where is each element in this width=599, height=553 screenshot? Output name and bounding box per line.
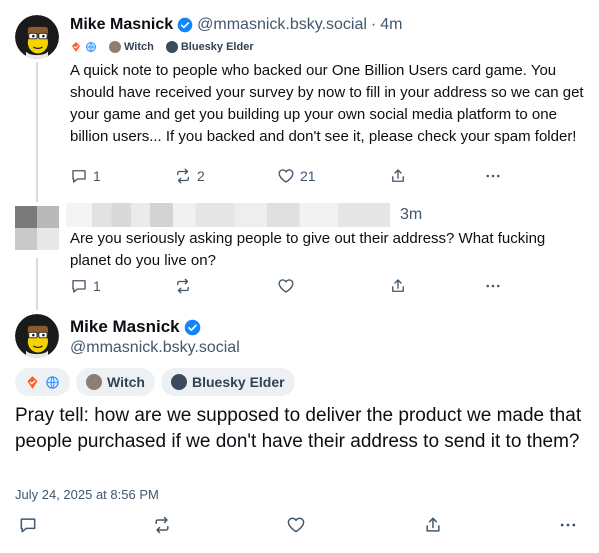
- reply-count: 1: [93, 168, 101, 184]
- avatar-redacted[interactable]: [15, 206, 59, 250]
- repost-icon: [174, 167, 192, 185]
- more-button[interactable]: [484, 277, 502, 295]
- like-button[interactable]: [277, 277, 295, 295]
- post-header: Mike Masnick @mmasnick.bsky.social · 4m: [70, 14, 402, 36]
- author-name[interactable]: Mike Masnick: [70, 317, 180, 337]
- badge-label: Witch: [107, 374, 145, 390]
- share-icon: [389, 277, 407, 295]
- thread-connector: [36, 62, 38, 202]
- more-icon: [558, 515, 578, 535]
- avatar[interactable]: [15, 314, 59, 358]
- post-actions: 1: [70, 276, 510, 296]
- author-handle[interactable]: @mmasnick.bsky.social: [197, 16, 367, 34]
- repost-icon: [152, 515, 172, 535]
- reply-button[interactable]: 1: [70, 167, 101, 185]
- heart-icon: [277, 167, 295, 185]
- share-icon: [423, 515, 443, 535]
- more-button[interactable]: [558, 515, 578, 535]
- repost-button[interactable]: [174, 277, 192, 295]
- badge-bluesky-elder[interactable]: Bluesky Elder: [160, 368, 295, 396]
- post-time[interactable]: 4m: [380, 16, 402, 34]
- thread-connector: [36, 258, 38, 310]
- badge-avatar: [109, 41, 121, 53]
- heart-icon: [277, 277, 295, 295]
- post-text: A quick note to people who backed our On…: [70, 62, 584, 145]
- post-actions: [18, 514, 583, 536]
- share-icon: [389, 167, 407, 185]
- repost-count: 2: [197, 168, 205, 184]
- more-icon: [484, 167, 502, 185]
- reply-icon: [70, 167, 88, 185]
- repost-button[interactable]: 2: [174, 167, 205, 185]
- author-handle[interactable]: @mmasnick.bsky.social: [70, 339, 240, 357]
- like-button[interactable]: 21: [277, 167, 316, 185]
- post-text: Are you seriously asking people to give …: [70, 230, 546, 269]
- verified-check-icon: [184, 319, 201, 336]
- share-button[interactable]: [423, 515, 443, 535]
- like-button[interactable]: [286, 515, 306, 535]
- badges: Witch Bluesky Elder: [15, 368, 295, 396]
- post-header: Mike Masnick: [70, 316, 201, 338]
- badges: Witch Bluesky Elder: [70, 40, 254, 54]
- badge-bluesky-elder[interactable]: Bluesky Elder: [165, 41, 254, 53]
- verified-check-icon: [177, 17, 193, 33]
- reply-button[interactable]: [18, 515, 38, 535]
- badge-label: Witch: [124, 41, 154, 53]
- post-time[interactable]: 3m: [400, 206, 422, 224]
- verifier-badge-icon[interactable]: [70, 41, 97, 53]
- separator: ·: [370, 16, 377, 33]
- more-icon: [484, 277, 502, 295]
- badge-avatar: [165, 41, 178, 53]
- post-text: Pray tell: how are we supposed to delive…: [15, 405, 582, 452]
- badge-witch[interactable]: Witch: [76, 368, 155, 396]
- verifier-badge-icon[interactable]: [15, 368, 70, 396]
- reply-icon: [18, 515, 38, 535]
- badge-avatar: [86, 374, 102, 390]
- reply-icon: [70, 277, 88, 295]
- avatar[interactable]: [15, 15, 59, 59]
- badge-label: Bluesky Elder: [191, 374, 285, 390]
- reply-button[interactable]: 1: [70, 277, 101, 295]
- repost-button[interactable]: [152, 515, 172, 535]
- post-actions: 1 2 21: [70, 166, 510, 186]
- badge-label: Bluesky Elder: [180, 41, 254, 53]
- share-button[interactable]: [389, 167, 407, 185]
- share-button[interactable]: [389, 277, 407, 295]
- heart-icon: [286, 515, 306, 535]
- badge-witch[interactable]: Witch: [109, 41, 154, 53]
- reply-count: 1: [93, 278, 101, 294]
- post-date[interactable]: July 24, 2025 at 8:56 PM: [15, 487, 159, 502]
- redacted-author: [66, 203, 390, 227]
- like-count: 21: [300, 168, 316, 184]
- badge-avatar: [170, 374, 187, 390]
- author-name[interactable]: Mike Masnick: [70, 16, 173, 34]
- more-button[interactable]: [484, 167, 502, 185]
- repost-icon: [174, 277, 192, 295]
